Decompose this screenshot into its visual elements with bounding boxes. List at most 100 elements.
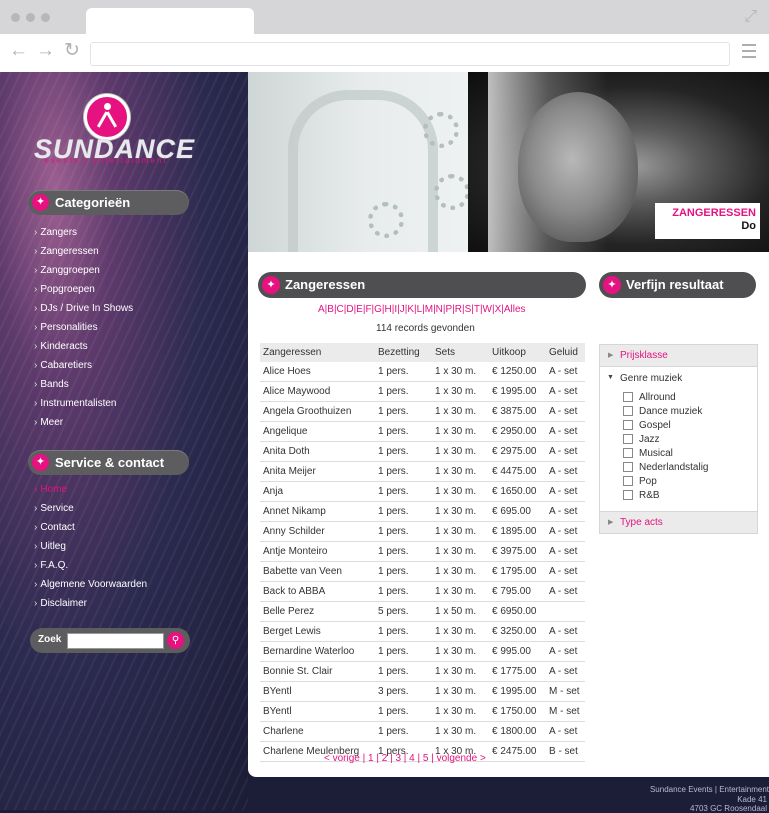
forward-arrow-icon[interactable]: → [36,41,55,61]
cell-name[interactable]: BYentl [260,681,375,702]
sidebar-item-instrumentalisten[interactable]: › Instrumentalisten [34,398,117,409]
filter-prijsklasse-label: Prijsklasse [620,350,668,361]
table-row[interactable]: Bonnie St. Clair 1 pers. 1 x 30 m. € 1775.0… [260,661,585,682]
table-row[interactable]: Belle Perez 5 pers. 1 x 50 m. € 6950.00 [260,601,585,622]
column-header[interactable]: Zangeressen [260,343,375,362]
sidebar-item-personalities[interactable]: › Personalities [34,322,98,333]
cell-name[interactable]: Angelique [260,421,375,442]
table-row[interactable]: Anny Schilder 1 pers. 1 x 30 m. € 1895.00 A … [260,521,585,542]
cell-name[interactable]: Antje Monteiro [260,541,375,562]
pagination[interactable]: < vorige | 1 | 2 | 3 | 4 | 5 | volgende … [324,753,486,764]
genre-checkbox[interactable]: Nederlandstalig [623,462,757,476]
table-row[interactable]: Antje Monteiro 1 pers. 1 x 30 m. € 3975.00 A… [260,541,585,562]
column-header[interactable]: Uitkoop [489,343,546,362]
sidebar-item-contact[interactable]: › Contact [34,522,75,533]
cell-name[interactable]: Angela Groothuizen [260,401,375,422]
cell-name[interactable]: Anny Schilder [260,521,375,542]
cell-name[interactable]: Anja [260,481,375,502]
column-header[interactable]: Geluid [546,343,585,362]
cell-name[interactable]: Anita Meijer [260,461,375,482]
cell-name[interactable]: Bernardine Waterloo [260,641,375,662]
search-input[interactable] [67,633,164,649]
table-row[interactable]: Alice Hoes 1 pers. 1 x 30 m. € 1250.00 A - s… [260,362,585,382]
table-row[interactable]: BYentl 3 pers. 1 x 30 m. € 1995.00 M - set [260,681,585,702]
genre-checkbox[interactable]: Jazz [623,434,757,448]
sidebar-item-bands[interactable]: › Bands [34,379,69,390]
table-row[interactable]: Anita Doth 1 pers. 1 x 30 m. € 2975.00 A - s… [260,441,585,462]
window-dot-icon[interactable] [26,13,35,22]
cell-name[interactable]: Anita Doth [260,441,375,462]
table-row[interactable]: Anita Meijer 1 pers. 1 x 30 m. € 4475.00 A -… [260,461,585,482]
sidebar-item-meer[interactable]: › Meer [34,417,63,428]
genre-checkbox[interactable]: R&B [623,490,757,504]
sidebar-item-home[interactable]: › Home [34,484,67,495]
back-arrow-icon[interactable]: ← [9,41,28,61]
sidebar-item-zangeressen[interactable]: › Zangeressen [34,246,99,257]
table-row[interactable]: Angelique 1 pers. 1 x 30 m. € 2950.00 A - se… [260,421,585,442]
sidebar-item-disclaimer[interactable]: › Disclaimer [34,598,87,609]
cell-name[interactable]: BYentl [260,701,375,722]
sidebar-item-kinderacts[interactable]: › Kinderacts [34,341,88,352]
sidebar-item-djs[interactable]: › DJs / Drive In Shows [34,303,133,314]
genre-checkbox[interactable]: Pop [623,476,757,490]
sidebar-item-label: Zangers [40,227,78,238]
checkbox-icon[interactable] [623,406,633,417]
sidebar-item-popgroepen[interactable]: › Popgroepen [34,284,95,295]
search-icon[interactable]: ⚲ [167,632,184,649]
sidebar-item-voorwaarden[interactable]: › Algemene Voorwaarden [34,579,147,590]
sidebar-item-cabaretiers[interactable]: › Cabaretiers [34,360,92,371]
column-header[interactable]: Sets [432,343,489,362]
checkbox-icon[interactable] [623,434,633,445]
genre-checkbox[interactable]: Gospel [623,420,757,434]
checkbox-icon[interactable] [623,476,633,487]
checkbox-icon[interactable] [623,420,633,431]
filter-genre-toggle[interactable]: ▼ Genre muziek [607,373,757,384]
sidebar-item-zangers[interactable]: › Zangers [34,227,77,238]
table-row[interactable]: BYentl 1 pers. 1 x 30 m. € 1750.00 M - set [260,701,585,722]
cell-sets: 1 x 30 m. [432,581,489,602]
cell-geluid: M - set [546,681,585,702]
address-bar[interactable] [90,42,730,66]
checkbox-icon[interactable] [623,490,633,501]
sidebar-item-faq[interactable]: › F.A.Q. [34,560,68,571]
sidebar-item-service[interactable]: › Service [34,503,74,514]
cell-sets: 1 x 30 m. [432,681,489,702]
column-header[interactable]: Bezetting [375,343,432,362]
cell-geluid: A - set [546,721,585,742]
table-row[interactable]: Annet Nikamp 1 pers. 1 x 30 m. € 695.00 A - … [260,501,585,522]
table-row[interactable]: Anja 1 pers. 1 x 30 m. € 1650.00 A - set [260,481,585,502]
checkbox-icon[interactable] [623,462,633,473]
table-row[interactable]: Alice Maywood 1 pers. 1 x 30 m. € 1995.00 A … [260,381,585,402]
cell-name[interactable]: Charlene [260,721,375,742]
reload-icon[interactable]: ↻ [64,41,80,61]
browser-tab[interactable] [86,8,254,36]
filter-prijsklasse[interactable]: ▶ Prijsklasse [600,345,757,366]
expand-icon[interactable]: ⤢ [744,8,757,26]
hamburger-menu-icon[interactable] [742,44,756,62]
cell-name[interactable]: Berget Lewis [260,621,375,642]
cell-name[interactable]: Bonnie St. Clair [260,661,375,682]
genre-checkbox[interactable]: Dance muziek [623,406,757,420]
cell-name[interactable]: Back to ABBA [260,581,375,602]
table-row[interactable]: Bernardine Waterloo 1 pers. 1 x 30 m. € 995… [260,641,585,662]
genre-checkbox[interactable]: Musical [623,448,757,462]
table-row[interactable]: Babette van Veen 1 pers. 1 x 30 m. € 1795.0… [260,561,585,582]
table-row[interactable]: Back to ABBA 1 pers. 1 x 30 m. € 795.00 A - … [260,581,585,602]
window-dot-icon[interactable] [11,13,20,22]
window-dot-icon[interactable] [41,13,50,22]
sidebar-item-zanggroepen[interactable]: › Zanggroepen [34,265,100,276]
genre-checkbox[interactable]: Allround [623,392,757,406]
alphabet-filter[interactable]: A|B|C|D|E|F|G|H|I|J|K|L|M|N|P|R|S|T|W|X|… [318,304,526,315]
cell-name[interactable]: Alice Maywood [260,381,375,402]
checkbox-icon[interactable] [623,448,633,459]
cell-name[interactable]: Babette van Veen [260,561,375,582]
table-row[interactable]: Berget Lewis 1 pers. 1 x 30 m. € 3250.00 A -… [260,621,585,642]
table-row[interactable]: Charlene 1 pers. 1 x 30 m. € 1800.00 A - set [260,721,585,742]
table-row[interactable]: Angela Groothuizen 1 pers. 1 x 30 m. € 3875… [260,401,585,422]
checkbox-icon[interactable] [623,392,633,403]
sidebar-item-uitleg[interactable]: › Uitleg [34,541,66,552]
cell-name[interactable]: Annet Nikamp [260,501,375,522]
cell-name[interactable]: Belle Perez [260,601,375,622]
filter-type-acts[interactable]: ▶ Type acts [600,512,757,533]
cell-name[interactable]: Alice Hoes [260,362,375,382]
